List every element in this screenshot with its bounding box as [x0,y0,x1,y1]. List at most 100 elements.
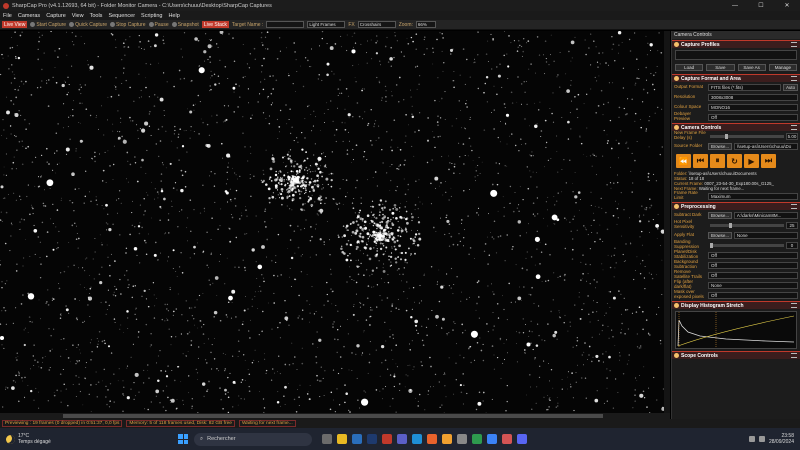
live-image-view[interactable] [0,31,670,414]
apply-flat-value[interactable]: None [733,231,798,239]
stabilization-select[interactable]: Off [708,251,798,259]
source-folder-value[interactable]: \\setup-asi\Users\chuuu\Do [733,142,798,150]
store-icon[interactable] [352,434,362,444]
chrome-icon[interactable] [472,434,482,444]
output-format-select[interactable]: FITS files (*.fits) [708,83,782,91]
title-bar: SharpCap Pro (v4.1.12693, 64 bit) - Fold… [0,0,800,11]
menu-sequencer[interactable]: Sequencer [108,13,135,19]
app2-icon[interactable] [487,434,497,444]
capture-format-header[interactable]: Capture Format and Area [672,74,800,82]
slider-knob[interactable] [710,242,713,248]
firefox-dev-icon[interactable] [442,434,452,444]
quick-capture-button[interactable]: Quick Capture [69,22,107,28]
menu-cameras[interactable]: Cameras [18,13,40,19]
live-view-button[interactable]: Live View [2,21,28,28]
weather-widget[interactable]: 17°C Temps dégagé [0,433,110,445]
background-sub-select[interactable]: Off [708,261,798,269]
app3-icon[interactable] [502,434,512,444]
hamburger-icon[interactable] [791,42,797,47]
file-explorer-icon[interactable] [337,434,347,444]
dark-browse-button[interactable]: Browse... [708,211,732,219]
debayer-select[interactable]: Off [708,113,798,121]
frame-delay-value[interactable]: 5.00 [786,132,798,140]
stop-capture-button[interactable]: Stop Capture [110,22,146,28]
snapshot-button[interactable]: Snapshot [171,22,199,28]
vertical-scrollbar[interactable] [664,31,670,413]
frame-rate-select[interactable]: Maximum [708,192,798,200]
histogram-header[interactable]: Display Histogram Stretch [672,301,800,309]
flip-select[interactable]: None [708,281,798,289]
refresh-icon[interactable]: ↻ [727,154,742,168]
profile-select[interactable] [675,50,797,60]
hamburger-icon[interactable] [791,125,797,130]
photoshop-icon[interactable] [367,434,377,444]
rewind-icon[interactable]: ⏪ [676,154,691,168]
profile-save-as-button[interactable]: Save As [737,64,766,71]
scroll-thumb[interactable] [63,414,603,418]
live-stack-button[interactable]: Live Stack [201,21,229,28]
volume-icon[interactable] [758,436,765,442]
hamburger-icon[interactable] [791,353,797,358]
clock[interactable]: 23:58 28/09/2024 [769,433,794,445]
frame-rate-row: Frame Rate Limit Maximum [672,191,800,201]
slider-knob[interactable] [724,133,728,139]
source-browse-button[interactable]: Browse... [708,142,732,150]
minimize-button[interactable]: — [722,0,748,11]
resolution-select[interactable]: 3008x3008 [708,93,798,101]
hamburger-icon[interactable] [791,76,797,81]
pause-icon[interactable]: ⏸ [710,154,725,168]
hot-pixel-value[interactable]: 25 [786,221,798,229]
menu-view[interactable]: View [72,13,84,19]
pause-button[interactable]: Pause [148,22,169,28]
profile-manage-button[interactable]: Manage [768,64,797,71]
discord-icon[interactable] [517,434,527,444]
mask-select[interactable]: Off [708,291,798,299]
maximize-button[interactable]: ☐ [748,0,774,11]
profile-save-button[interactable]: Save [706,64,735,71]
banding-value[interactable]: 0 [786,241,798,249]
start-capture-button[interactable]: Start Capture [30,22,66,28]
collapse-icon [674,125,679,130]
edge-icon[interactable] [412,434,422,444]
skip-forward-icon[interactable]: ⏭ [761,154,776,168]
menu-capture[interactable]: Capture [46,13,66,19]
play-icon[interactable]: ▶ [744,154,759,168]
preprocessing-title: Preprocessing [681,203,716,210]
app-icon[interactable] [457,434,467,444]
flat-browse-button[interactable]: Browse... [708,231,732,239]
scope-controls-header[interactable]: Scope Controls [672,351,800,359]
histogram-plot[interactable] [675,311,797,349]
firefox-icon[interactable] [427,434,437,444]
wifi-icon[interactable] [748,436,755,442]
teams-icon[interactable] [397,434,407,444]
hamburger-icon[interactable] [791,303,797,308]
menu-tools[interactable]: Tools [90,13,103,19]
zoom-select[interactable]: 66% [415,21,436,28]
slider-knob[interactable] [728,222,732,228]
fx-select[interactable]: Crosshairs [357,21,396,28]
target-name-input[interactable] [266,21,305,28]
profile-load-button[interactable]: Load [675,64,704,71]
menu-bar: File Cameras Capture View Tools Sequence… [0,11,800,20]
taskbar-search[interactable]: ⌕ Rechercher [194,432,312,446]
hot-pixel-slider[interactable] [710,222,784,228]
menu-scripting[interactable]: Scripting [141,13,162,19]
menu-help[interactable]: Help [168,13,179,19]
menu-file[interactable]: File [3,13,12,19]
frame-delay-slider[interactable] [710,133,784,139]
banding-slider[interactable] [710,242,784,248]
colour-space-select[interactable]: MONO16 [708,103,798,111]
sharpcap-taskbar-icon[interactable] [382,434,392,444]
capture-profiles-header[interactable]: Capture Profiles [672,40,800,48]
task-view-icon[interactable] [322,434,332,444]
colour-space-row: Colour Space MONO16 [672,102,800,112]
close-button[interactable]: ✕ [774,0,800,11]
skip-back-icon[interactable]: ⏮ [693,154,708,168]
windows-start-icon[interactable] [178,434,188,444]
preprocessing-header[interactable]: Preprocessing [672,202,800,210]
auto-button[interactable]: Auto [783,83,798,91]
satellite-select[interactable]: Off [708,271,798,279]
hamburger-icon[interactable] [791,204,797,209]
subtract-dark-value[interactable]: A:\darks\Minicam8M... [733,211,798,219]
frame-type-select[interactable]: Light Frames [307,21,346,28]
